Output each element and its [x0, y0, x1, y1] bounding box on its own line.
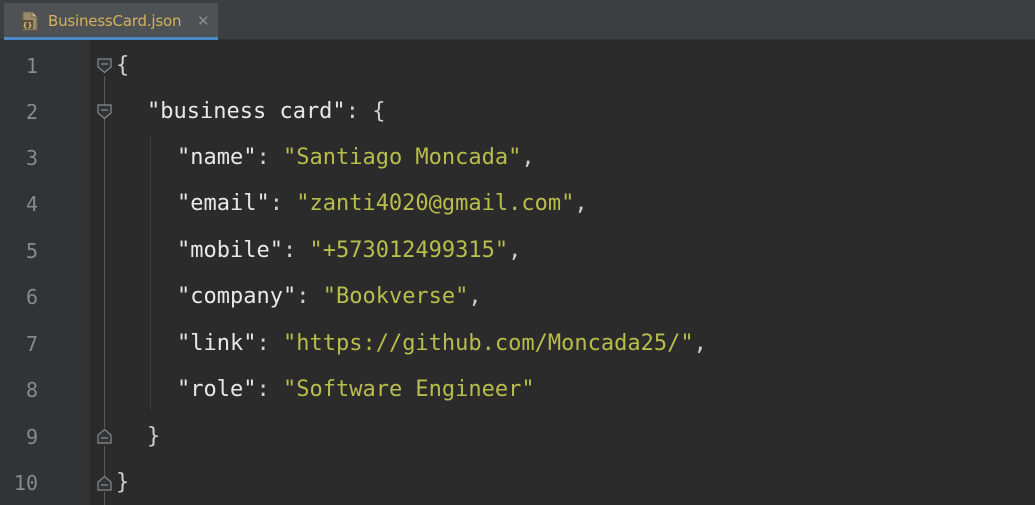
comma: ,: [468, 284, 482, 309]
svg-text:{}: {}: [23, 22, 33, 30]
json-file-icon: {}: [22, 11, 38, 31]
fold-guide: [104, 446, 105, 476]
fold-end-icon[interactable]: [96, 475, 113, 492]
tab-businesscard-json[interactable]: {} BusinessCard.json ✕: [4, 3, 218, 40]
code-line-10[interactable]: }: [116, 470, 129, 496]
close-icon[interactable]: ✕: [197, 11, 210, 31]
fold-collapse-icon[interactable]: [96, 103, 113, 120]
json-key: "email": [177, 191, 270, 216]
json-string-value: "Software Engineer": [282, 377, 535, 402]
fold-guide: [104, 122, 105, 428]
json-string-value: "+573012499315": [309, 238, 509, 263]
json-key: "link": [177, 331, 257, 356]
json-key: "company": [177, 284, 297, 309]
line-number: 5: [25, 239, 38, 263]
separator: :: [282, 238, 310, 263]
code-line-8[interactable]: "role": "Software Engineer": [177, 377, 535, 403]
code-line-1[interactable]: {: [116, 53, 129, 79]
comma: ,: [693, 331, 707, 356]
code-line-6[interactable]: "company": "Bookverse",: [177, 284, 482, 310]
json-key: "business card": [147, 99, 346, 124]
tab-label: BusinessCard.json: [48, 12, 182, 30]
comma: ,: [508, 238, 522, 263]
line-number: 8: [25, 378, 38, 402]
line-number: 4: [25, 192, 38, 216]
code-editor[interactable]: {} BusinessCard.json ✕ 1 2 3 4 5 6 7 8 9…: [0, 0, 1035, 505]
line-number: 3: [25, 146, 38, 170]
separator: :: [256, 331, 283, 356]
separator: :: [256, 377, 283, 402]
line-number: 10: [13, 471, 38, 495]
open-brace: {: [372, 99, 386, 124]
indent-guide: [150, 136, 151, 410]
code-line-7[interactable]: "link": "https://github.com/Moncada25/",: [177, 331, 707, 357]
line-number: 9: [25, 425, 38, 449]
close-brace: }: [147, 424, 161, 449]
json-string-value: "Santiago Moncada": [282, 145, 522, 170]
code-line-2[interactable]: "business card": {: [147, 99, 385, 125]
comma: ,: [574, 191, 588, 216]
separator: :: [296, 284, 323, 309]
fold-guide: [104, 492, 105, 505]
comma: ,: [521, 145, 535, 170]
close-brace: }: [116, 470, 130, 495]
line-number: 2: [25, 100, 38, 124]
line-number: 6: [25, 285, 38, 309]
code-line-3[interactable]: "name": "Santiago Moncada",: [177, 145, 535, 171]
line-number: 1: [25, 54, 38, 78]
code-line-9[interactable]: }: [147, 424, 160, 450]
code-line-4[interactable]: "email": "zanti4020@gmail.com",: [177, 191, 588, 217]
json-string-value: "Bookverse": [322, 284, 469, 309]
tab-bar: {} BusinessCard.json ✕: [0, 0, 1035, 40]
separator: :: [345, 99, 373, 124]
separator: :: [256, 145, 283, 170]
fold-collapse-icon[interactable]: [96, 57, 113, 74]
json-string-value: "zanti4020@gmail.com": [296, 191, 575, 216]
code-line-5[interactable]: "mobile": "+573012499315",: [177, 238, 521, 264]
json-key: "role": [177, 377, 257, 402]
json-key: "name": [177, 145, 257, 170]
json-string-value: "https://github.com/Moncada25/": [282, 331, 694, 356]
separator: :: [269, 191, 297, 216]
fold-end-icon[interactable]: [96, 428, 113, 445]
json-key: "mobile": [177, 238, 283, 263]
line-number: 7: [25, 332, 38, 356]
open-brace: {: [116, 53, 130, 78]
